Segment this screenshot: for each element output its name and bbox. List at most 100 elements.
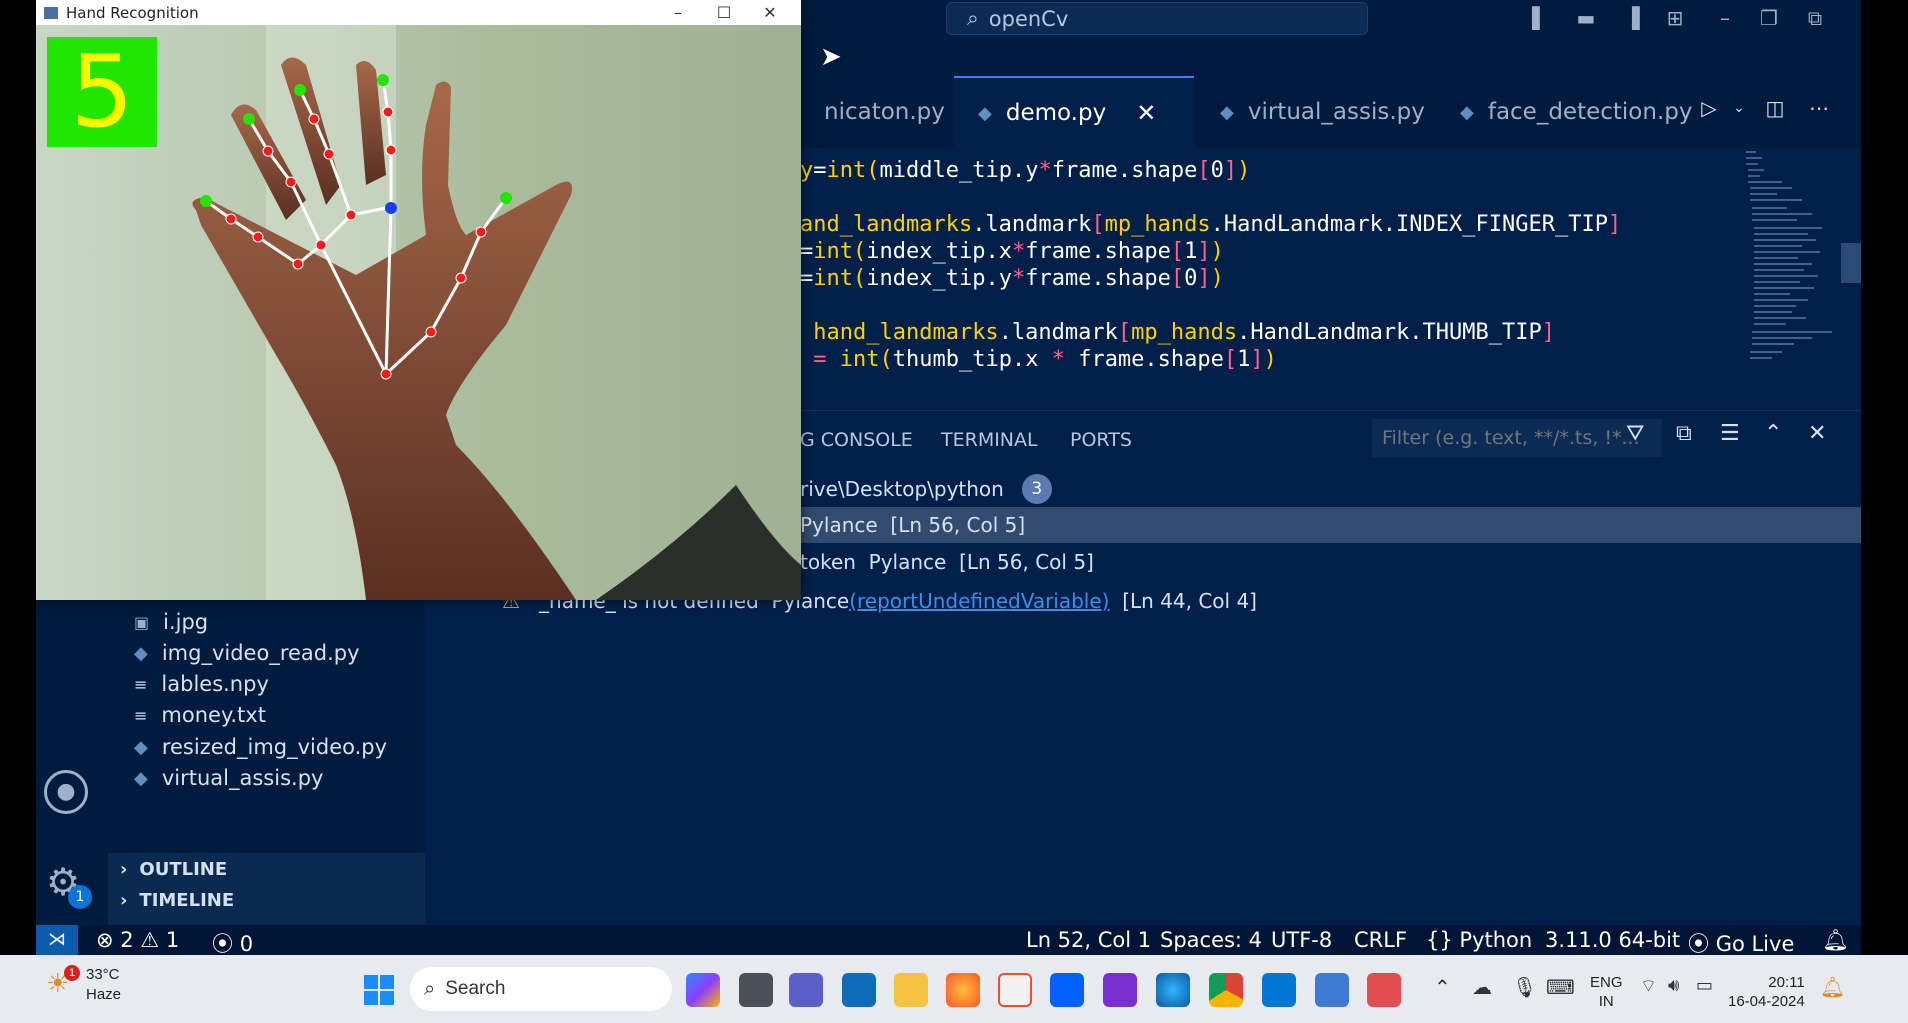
outline-section[interactable]: › OUTLINE <box>120 859 227 880</box>
collapse-all-icon[interactable]: ⧉ <box>1676 421 1692 446</box>
taskbar-search[interactable]: ⌕ Search <box>410 967 672 1011</box>
onedrive-icon[interactable]: ☁ <box>1472 975 1492 999</box>
ports-status[interactable]: ⦿ 0 <box>212 928 253 955</box>
teams-icon[interactable] <box>789 973 823 1007</box>
section-label: TIMELINE <box>139 890 235 911</box>
minimap[interactable] <box>1742 148 1852 393</box>
edge-icon[interactable] <box>1156 973 1190 1007</box>
battery-icon[interactable]: ▭ <box>1696 975 1713 996</box>
file-lines-icon: ≡ <box>134 705 148 725</box>
code-line: = int(thumb_tip.x * frame.shape[1]) <box>813 347 1277 372</box>
volume-icon[interactable]: 🔊︎ <box>1668 975 1679 996</box>
date: 16-04-2024 <box>1728 993 1805 1010</box>
filter-icon[interactable]: ⛛ <box>1626 421 1644 446</box>
customize-layout-icon[interactable]: ⊞ <box>1662 6 1688 30</box>
chevron-up-icon[interactable]: ⌃ <box>1434 975 1451 999</box>
firefox-icon[interactable] <box>946 973 980 1007</box>
task-view-icon[interactable] <box>739 973 773 1007</box>
chevron-down-icon[interactable]: ⌄ <box>1726 96 1752 120</box>
eol-status[interactable]: CRLF <box>1354 928 1407 952</box>
file-item[interactable]: ◆ img_video_read.py <box>134 641 360 665</box>
maximize-icon[interactable]: ☐ <box>702 0 746 25</box>
rule-link[interactable]: (reportUndefinedVariable) <box>849 589 1109 613</box>
activity-bar: ● ⚙ 1 <box>36 580 108 925</box>
toggle-primary-sidebar-icon[interactable]: ▌ <box>1527 6 1553 30</box>
restore-icon[interactable]: ❐ <box>1756 6 1782 30</box>
tab-terminal[interactable]: TERMINAL <box>941 429 1038 451</box>
close-panel-icon[interactable]: ✕ <box>1808 421 1826 446</box>
go-live-label: Go Live <box>1715 932 1795 955</box>
tab-label: face_detection.py <box>1487 99 1693 125</box>
close-icon[interactable]: ✕ <box>748 0 792 25</box>
keyboard-icon[interactable]: ⌨ <box>1546 975 1575 999</box>
run-icon[interactable]: ▷ <box>1696 96 1722 120</box>
clock[interactable]: 20:11 16-04-2024 <box>1728 973 1805 1011</box>
copilot-icon[interactable] <box>686 973 720 1007</box>
image-icon: ▣ <box>134 612 150 632</box>
problems-filter-input[interactable] <box>1372 419 1662 457</box>
minimize-icon[interactable]: – <box>656 0 700 25</box>
view-as-list-icon[interactable]: ☰ <box>1720 421 1740 446</box>
problems-status[interactable]: ⊗ 2 ⚠ 1 <box>96 928 179 952</box>
vscode-icon[interactable] <box>1262 973 1296 1007</box>
lang-top: ENG <box>1590 974 1623 991</box>
minimize-icon[interactable]: – <box>1712 6 1738 30</box>
restore-down-icon[interactable]: ⧉ <box>1802 6 1828 30</box>
split-editor-icon[interactable]: ◫ <box>1762 96 1788 120</box>
toggle-panel-icon[interactable]: ▬ <box>1573 6 1599 30</box>
file-explorer-icon[interactable] <box>894 973 928 1007</box>
dropbox-icon[interactable] <box>1050 973 1084 1007</box>
language-status[interactable]: {} Python <box>1426 928 1532 952</box>
visual-studio-icon[interactable] <box>1103 973 1137 1007</box>
language-indicator[interactable]: ENG IN <box>1590 973 1623 1011</box>
cursor-position[interactable]: Ln 52, Col 1 <box>1026 928 1151 952</box>
wifi-icon[interactable]: ⌔ <box>1640 975 1657 998</box>
command-center-label: openCv <box>988 6 1069 31</box>
defender-icon[interactable] <box>842 973 876 1007</box>
file-name: img_video_read.py <box>161 641 360 665</box>
python-app-icon[interactable] <box>1315 973 1349 1007</box>
tab-debug-console[interactable]: G CONSOLE <box>800 429 913 451</box>
tab-face-detection[interactable]: ◆ face_detection.py <box>1436 76 1696 148</box>
tab-label: nicaton.py <box>824 99 945 125</box>
toggle-secondary-sidebar-icon[interactable]: ▐ <box>1619 6 1645 30</box>
problem-location: [Ln 44, Col 4] <box>1122 589 1257 613</box>
microphone-icon[interactable]: 🎙︎ <box>1512 975 1537 999</box>
chevron-right-icon: › <box>120 890 128 911</box>
timeline-section[interactable]: › TIMELINE <box>120 890 234 911</box>
maximize-panel-icon[interactable]: ⌃ <box>1764 421 1782 446</box>
sidebar-sections: › OUTLINE › TIMELINE <box>108 853 425 925</box>
tab-virtual-assis[interactable]: ◆ virtual_assis.py <box>1196 76 1436 148</box>
python-icon: ◆ <box>978 102 992 124</box>
interpreter-status[interactable]: 3.11.0 64-bit <box>1545 928 1680 952</box>
app-icon <box>44 6 58 19</box>
bell-icon[interactable]: 🔔︎ <box>1822 928 1849 953</box>
close-icon[interactable]: ✕ <box>1136 99 1156 127</box>
code-line: hand_landmarks.landmark[mp_hands.HandLan… <box>813 320 1556 345</box>
hand-recognition-window: Hand Recognition – ☐ ✕ 5 <box>36 0 801 600</box>
command-center[interactable]: ⌕ openCv <box>946 2 1368 35</box>
indentation-status[interactable]: Spaces: 4 <box>1160 928 1262 952</box>
remote-icon[interactable]: ⋊ <box>36 925 78 955</box>
editor-scrollbar[interactable] <box>1841 243 1861 283</box>
more-actions-icon[interactable]: ⋯ <box>1806 96 1832 120</box>
chrome-icon[interactable] <box>1209 973 1243 1007</box>
snipping-tool-icon[interactable] <box>1367 973 1401 1007</box>
notification-bell-icon[interactable]: 🔔︎ <box>1820 975 1845 999</box>
tab-ports[interactable]: PORTS <box>1070 429 1132 451</box>
account-icon[interactable]: ● <box>44 770 88 814</box>
encoding-status[interactable]: UTF-8 <box>1271 928 1332 952</box>
go-live-button[interactable]: ⦿ Go Live <box>1688 928 1794 955</box>
tab-demo[interactable]: ◆ demo.py ✕ <box>954 76 1194 148</box>
file-item[interactable]: ◆ resized_img_video.py <box>134 735 387 759</box>
start-icon[interactable] <box>364 975 394 1005</box>
file-item[interactable]: ≡ lables.npy <box>134 672 269 696</box>
weather-widget[interactable]: ☀ 1 33°C Haze <box>46 965 121 1005</box>
search-icon: ⌕ <box>967 6 979 30</box>
file-item[interactable]: ▣ i.jpg <box>134 610 208 634</box>
problem-source: Pylance <box>800 513 878 537</box>
status-bar: ⋊ ⊗ 2 ⚠ 1 ⦿ 0 Ln 52, Col 1 Spaces: 4 UTF… <box>36 925 1861 955</box>
file-item[interactable]: ≡ money.txt <box>134 703 266 727</box>
store-icon[interactable] <box>998 973 1032 1007</box>
file-item[interactable]: ◆ virtual_assis.py <box>134 766 323 790</box>
